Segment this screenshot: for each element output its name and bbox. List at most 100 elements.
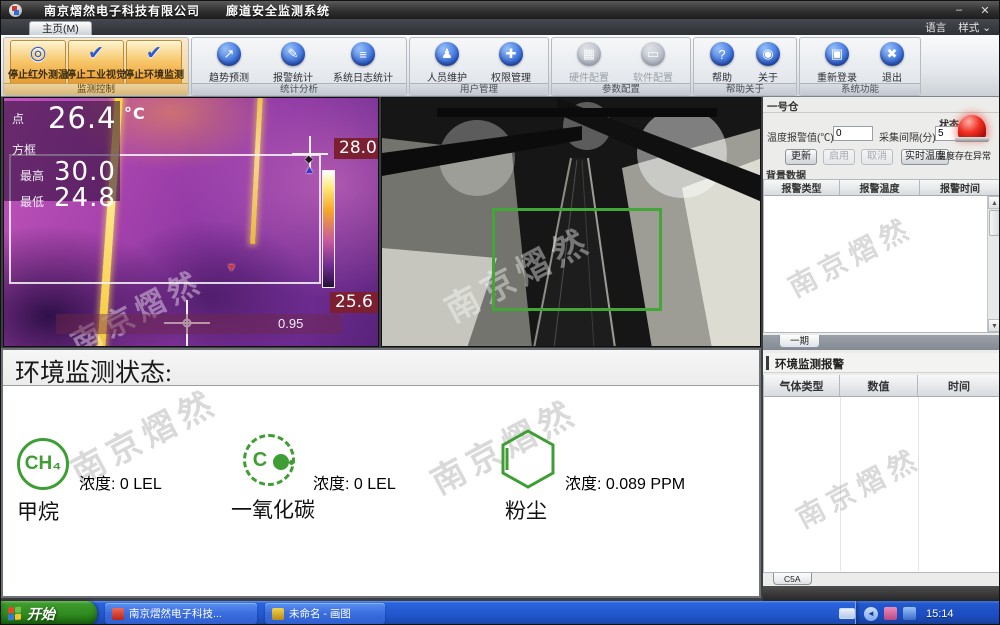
env-status-header: 环境监测状态: [3, 350, 759, 386]
detection-zone-box [492, 208, 662, 311]
min-temp-value: 24.8 [54, 183, 116, 213]
taskbar-item-paint[interactable]: 未命名 - 画图 [265, 603, 385, 624]
syslog-statistics-button[interactable]: ≡ 系统日志统计 [326, 40, 400, 85]
language-bar-icon[interactable] [839, 608, 855, 619]
carbon-monoxide-icon: C [243, 434, 295, 486]
methane-icon: CH₄ [17, 438, 69, 490]
window-title: 南京熠然电子科技有限公司 廊道安全监测系统 [44, 2, 330, 19]
help-button[interactable]: ? 帮助 [700, 40, 744, 85]
panel-bottom-band [763, 586, 1000, 601]
about-button[interactable]: ◉ 关于 [746, 40, 790, 85]
temp-alarm-label: 温度报警值(℃): [767, 129, 836, 144]
key-icon: ✚ [499, 42, 523, 66]
ribbon-group-statistics: ↗ 趋势预测 ✎ 报警统计 ≡ 系统日志统计 统计分析 [191, 37, 407, 96]
dust-icon [499, 428, 557, 490]
watermark: 南京熠然 [789, 437, 928, 536]
col-alarm-temp[interactable]: 报警温度 [840, 180, 920, 195]
question-icon: ? [710, 42, 734, 66]
person-icon: ♟ [435, 42, 459, 66]
env-table-body: 南京熠然 [764, 397, 1000, 571]
hardware-config-button[interactable]: ▦ 硬件配置 [558, 40, 620, 85]
group-label-monitor-control: 监测控制 [4, 83, 188, 95]
taskbar: 开始 南京熠然电子科技... 未命名 - 画图 ◄ 15:14 [1, 601, 1000, 625]
env-table-header: 气体类型 数值 时间 [764, 375, 1000, 397]
ribbon-group-system-functions: ▣ 重新登录 ✖ 退出 系统功能 [799, 37, 921, 96]
col-time[interactable]: 时间 [918, 375, 1000, 396]
ribbon-group-parameter-config: ▦ 硬件配置 ▭ 软件配置 参数配置 [551, 37, 691, 96]
tab-c5a[interactable]: C5A [773, 573, 812, 585]
interval-label: 采集间隔(分): [879, 129, 938, 144]
taskbar-item-app[interactable]: 南京熠然电子科技... [105, 603, 257, 624]
tray-collapse-icon[interactable]: ◄ [864, 607, 878, 621]
group-label-parameter-config: 参数配置 [552, 83, 690, 95]
scroll-up-button[interactable]: ▲ [988, 196, 1000, 209]
ribbon-tabbar: 主页(M) 语言 样式 ⌄ [1, 19, 1000, 35]
gas-name: 甲烷 [17, 496, 69, 526]
enable-button[interactable]: 启用 [823, 149, 855, 165]
emissivity-value: 0.95 [278, 316, 303, 331]
log-icon: ≡ [351, 42, 375, 66]
ribbon-group-user-management: ♟ 人员维护 ✚ 权限管理 用户管理 [409, 37, 549, 96]
ribbon-group-help-about: ? 帮助 ◉ 关于 帮助关于 [693, 37, 797, 96]
env-alarm-section-title: 环境监测报警 [763, 353, 1000, 373]
thermal-camera-view[interactable]: 南京熠然 点 26.4 方框 最高 30.0 最低 24.8 °C ◆ ▲ 28… [3, 97, 379, 347]
alarm-statistics-button[interactable]: ✎ 报警统计 [262, 40, 324, 85]
personnel-maintain-button[interactable]: ♟ 人员维护 [416, 40, 478, 85]
thermal-readout: 点 26.4 方框 最高 30.0 最低 24.8 [4, 101, 120, 201]
cancel-button[interactable]: 取消 [861, 149, 893, 165]
marker-triangle-icon: ▲ [304, 164, 315, 176]
col-value[interactable]: 数值 [840, 375, 918, 396]
titlebar: 南京熠然电子科技有限公司 廊道安全监测系统 – ✕ [1, 1, 1000, 19]
paint-task-icon [272, 608, 284, 620]
watermark: 南京熠然 [781, 206, 920, 305]
system-title: 廊道安全监测系统 [226, 4, 330, 18]
company-title: 南京熠然电子科技有限公司 [44, 4, 200, 18]
stop-industrial-vision-button[interactable]: ✔ 停止工业视觉 [68, 40, 124, 85]
col-alarm-type[interactable]: 报警类型 [764, 180, 840, 195]
temp-alarm-status-text: 温度存在异常 [937, 149, 991, 162]
permission-manage-button[interactable]: ✚ 权限管理 [480, 40, 542, 85]
env-status-panel: 环境监测状态: 南京熠然 南京熠然 CH₄ 甲烷 浓度: 0 LEL C [1, 348, 761, 598]
style-menu[interactable]: 样式 ⌄ [958, 20, 991, 35]
language-menu[interactable]: 语言 [925, 20, 946, 35]
exit-button[interactable]: ✖ 退出 [870, 40, 914, 85]
check-icon: ✔ [88, 43, 104, 65]
alarm-table: 报警类型 报警温度 报警时间 南京熠然 ▲ ▼ [763, 179, 1000, 333]
col-alarm-time[interactable]: 报警时间 [920, 180, 1000, 195]
minimize-button[interactable]: – [951, 4, 967, 17]
system-tray: ◄ 15:14 [855, 601, 1000, 625]
close-button[interactable]: ✕ [977, 4, 993, 17]
temp-alarm-input[interactable] [833, 126, 873, 141]
scroll-down-button[interactable]: ▼ [988, 319, 1000, 332]
main-content: 南京熠然 点 26.4 方框 最高 30.0 最低 24.8 °C ◆ ▲ 28… [1, 97, 1000, 601]
cctv-camera-view[interactable]: 南京熠然 [381, 97, 761, 347]
alarm-table-body: 南京熠然 ▲ ▼ [764, 196, 1000, 332]
col-gas-type[interactable]: 气体类型 [764, 375, 840, 396]
gas-methane: CH₄ 甲烷 [17, 438, 69, 526]
start-button[interactable]: 开始 [1, 601, 97, 625]
scroll-thumb[interactable] [989, 210, 1000, 236]
gas-name: 一氧化碳 [231, 494, 315, 524]
monitor-icon: ▭ [641, 42, 665, 66]
stop-infrared-button[interactable]: ◎ 停止红外测温 [10, 40, 66, 85]
alarm-table-scrollbar[interactable]: ▲ ▼ [987, 196, 1000, 332]
thermal-colorbar [322, 170, 335, 288]
tab-home[interactable]: 主页(M) [29, 21, 92, 35]
tray-icon[interactable] [884, 607, 897, 620]
relogin-button[interactable]: ▣ 重新登录 [806, 40, 868, 85]
software-config-button[interactable]: ▭ 软件配置 [622, 40, 684, 85]
trend-forecast-button[interactable]: ↗ 趋势预测 [198, 40, 260, 85]
env-status-title: 环境监测状态: [15, 353, 172, 389]
gas-name: 粉尘 [505, 495, 557, 525]
update-button[interactable]: 更新 [785, 149, 817, 165]
tab-phase-one[interactable]: 一期 [779, 335, 820, 348]
stop-env-monitor-button[interactable]: ✔ 停止环境监测 [126, 40, 182, 85]
app-logo-icon [9, 4, 22, 17]
group-label-statistics: 统计分析 [192, 83, 406, 95]
ribbon: ◎ 停止红外测温 ✔ 停止工业视觉 ✔ 停止环境监测 监测控制 ↗ 趋势预测 ✎… [1, 35, 1000, 97]
tray-icon[interactable] [903, 607, 916, 620]
tray-clock[interactable]: 15:14 [926, 608, 954, 620]
gas-carbon-monoxide: C 一氧化碳 [243, 434, 315, 524]
scale-min-badge: 25.6 [330, 292, 378, 313]
relogin-icon: ▣ [825, 42, 849, 66]
